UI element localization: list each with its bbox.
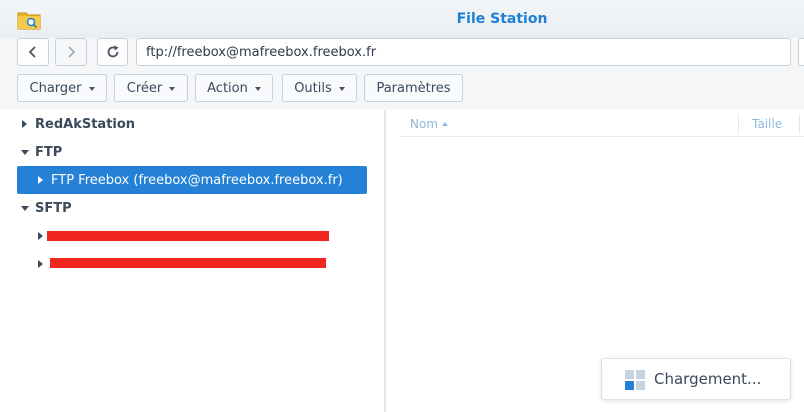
column-header-row: Nom Taille [400,110,804,137]
column-size-label: Taille [752,117,783,131]
refresh-icon [107,45,118,58]
outils-label: Outils [294,80,332,96]
tree-group-label: FTP [35,144,63,160]
loading-spinner-icon [625,370,645,390]
creer-button[interactable]: Créer [114,74,188,102]
expand-arrow-icon[interactable] [38,232,43,240]
toolbar: Charger Créer Action Outils Paramètres [0,38,804,110]
caret-down-icon [88,86,95,91]
tree-group-label: RedAkStation [35,116,136,132]
tree-group-redakstation[interactable]: RedAkStation [22,110,135,138]
collapse-arrow-icon[interactable] [21,149,29,155]
action-button[interactable]: Action [195,74,273,102]
collapse-arrow-icon[interactable] [21,205,29,211]
tree-item-label: FTP Freebox (freebox@mafreebox.freebox.f… [51,172,343,188]
path-input[interactable] [136,38,791,66]
creer-label: Créer [126,80,163,96]
chevron-right-icon [68,46,76,58]
column-separator[interactable] [738,114,739,134]
tree-group-ftp[interactable]: FTP [21,138,62,166]
column-name-label: Nom [410,117,439,131]
search-field[interactable] [798,38,804,66]
refresh-button[interactable] [97,38,128,66]
parametres-button[interactable]: Paramètres [364,74,463,102]
forward-button[interactable] [55,38,87,66]
caret-down-icon [254,86,261,91]
caret-down-icon [169,86,176,91]
back-button[interactable] [17,38,49,66]
expand-arrow-icon[interactable] [22,120,27,128]
tree-group-sftp[interactable]: SFTP [21,194,72,222]
tree-group-label: SFTP [35,200,72,216]
title-bar: File Station [0,0,804,38]
outils-button[interactable]: Outils [282,74,357,102]
charger-button[interactable]: Charger [17,74,107,102]
action-label: Action [207,80,248,96]
expand-arrow-icon[interactable] [38,260,43,268]
charger-label: Charger [29,80,82,96]
caret-down-icon [338,86,345,91]
redacted-label [47,231,329,241]
sort-ascending-icon [442,122,449,126]
folder-tree: RedAkStation FTP FTP Freebox (freebox@ma… [0,110,384,412]
column-separator[interactable] [799,114,800,134]
chevron-left-icon [28,46,36,58]
loading-indicator: Chargement... [601,358,791,400]
expand-arrow-icon[interactable] [38,176,43,184]
loading-text: Chargement... [654,370,762,388]
column-header-size[interactable]: Taille [752,117,782,131]
redacted-label [50,258,326,268]
parametres-label: Paramètres [376,80,451,96]
column-header-name[interactable]: Nom [410,117,449,131]
tree-item-ftp-freebox[interactable]: FTP Freebox (freebox@mafreebox.freebox.f… [17,166,367,194]
window-title: File Station [456,11,548,27]
